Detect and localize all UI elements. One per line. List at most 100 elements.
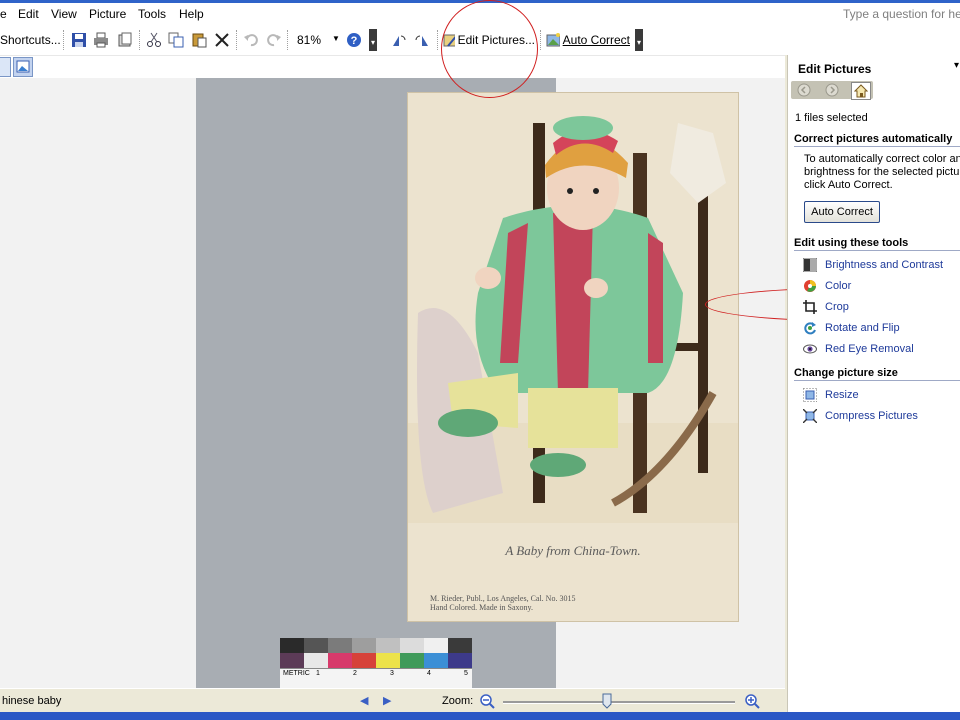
rotate-left-icon[interactable] <box>390 30 408 50</box>
eye-icon <box>802 341 818 357</box>
save-icon[interactable] <box>70 30 88 50</box>
auto-correct-description: To automatically correct color and <box>804 153 960 165</box>
undo-icon[interactable] <box>242 30 260 50</box>
ruler-tick-label: 4 <box>427 670 431 677</box>
task-pane-title: Edit Pictures <box>798 62 872 76</box>
color-link[interactable]: Color <box>802 277 851 295</box>
single-picture-view-icon[interactable] <box>13 57 33 77</box>
menu-edit[interactable]: Edit <box>18 7 39 21</box>
shortcuts-button[interactable]: Shortcuts... <box>0 30 61 50</box>
print-icon[interactable] <box>92 30 110 50</box>
rotate-icon <box>802 320 818 336</box>
rotate-right-icon[interactable] <box>413 30 431 50</box>
brightness-icon <box>802 257 818 273</box>
color-patch <box>280 638 304 653</box>
postcard-caption: A Baby from China-Town. <box>505 543 641 558</box>
color-label: Color <box>825 280 852 292</box>
rotate-flip-link[interactable]: Rotate and Flip <box>802 319 900 337</box>
red-eye-removal-link[interactable]: Red Eye Removal <box>802 340 914 358</box>
toolbar-separator <box>540 30 542 50</box>
chevron-down-icon[interactable]: ▼ <box>332 34 340 43</box>
thumbnail-view-icon[interactable] <box>0 57 11 77</box>
menu-file[interactable]: e <box>0 7 7 21</box>
ruler-tick-label: 3 <box>390 670 394 677</box>
compress-icon <box>802 408 818 424</box>
scanned-picture[interactable]: A Baby from China-Town. M. Rieder, Publ.… <box>196 78 739 689</box>
auto-correct-label: Auto Correct <box>562 33 630 47</box>
copy-icon[interactable] <box>167 30 185 50</box>
menu-view[interactable]: View <box>51 7 77 21</box>
ruler-tick-label: 5 <box>464 670 468 677</box>
color-patch <box>328 638 352 653</box>
back-icon[interactable] <box>795 82 813 98</box>
color-patch <box>448 653 472 668</box>
menu-tools[interactable]: Tools <box>138 7 166 21</box>
delete-icon[interactable] <box>213 30 231 50</box>
brightness-contrast-link[interactable]: Brightness and Contrast <box>802 256 943 274</box>
menu-help[interactable]: Help <box>179 7 204 21</box>
zoom-slider-track[interactable] <box>503 701 735 704</box>
menu-picture[interactable]: Picture <box>89 7 126 21</box>
annotation-circle <box>441 0 538 98</box>
toolbar-separator <box>236 30 238 50</box>
cut-icon[interactable] <box>145 30 163 50</box>
color-patch <box>304 638 328 653</box>
home-icon[interactable] <box>851 82 871 100</box>
color-patch <box>280 653 304 668</box>
windows-taskbar <box>0 712 960 720</box>
red-eye-removal-label: Red Eye Removal <box>825 343 914 355</box>
scan-icon[interactable] <box>116 30 134 50</box>
section-change-size: Change picture size <box>794 367 960 381</box>
auto-correct-toolbar-button[interactable]: Auto Correct <box>546 30 630 50</box>
rotate-flip-label: Rotate and Flip <box>825 322 900 334</box>
auto-correct-description: click Auto Correct. <box>804 179 893 191</box>
toolbar-separator <box>287 30 289 50</box>
task-pane-header: Edit Pictures ▾ <box>788 55 960 79</box>
paste-icon[interactable] <box>190 30 208 50</box>
zoom-out-icon[interactable] <box>479 693 495 712</box>
crop-icon <box>802 299 818 315</box>
compress-pictures-link[interactable]: Compress Pictures <box>802 407 918 425</box>
toolbar-separator <box>437 30 439 50</box>
crop-label: Crop <box>825 301 849 313</box>
color-icon <box>802 278 818 294</box>
color-patch <box>376 653 400 668</box>
auto-correct-description: brightness for the selected picture, <box>804 166 960 178</box>
toolbar-separator <box>63 30 65 50</box>
previous-picture-icon[interactable]: ◀ <box>360 694 368 707</box>
resize-link[interactable]: Resize <box>802 386 859 404</box>
zoom-in-icon[interactable] <box>744 693 760 712</box>
toolbar-overflow-button[interactable]: ▾ <box>369 29 377 51</box>
files-selected-text: 1 files selected <box>795 112 868 124</box>
color-patch <box>400 653 424 668</box>
task-pane-menu-icon[interactable]: ▾ <box>954 60 959 71</box>
color-patch <box>352 638 376 653</box>
section-edit-tools: Edit using these tools <box>794 237 960 251</box>
forward-icon[interactable] <box>823 82 841 98</box>
postcard-image: A Baby from China-Town. M. Rieder, Publ.… <box>407 92 739 622</box>
color-calibration-strip: METRIC 1 2 3 4 5 <box>280 638 472 689</box>
help-icon[interactable]: ? <box>345 30 363 50</box>
zoom-combo[interactable]: 81% ▼ <box>290 29 344 51</box>
next-picture-icon[interactable]: ▶ <box>383 694 391 707</box>
crop-link[interactable]: Crop <box>802 298 849 316</box>
brightness-contrast-label: Brightness and Contrast <box>825 259 944 271</box>
status-file-name: hinese baby <box>2 695 62 707</box>
picture-canvas[interactable]: A Baby from China-Town. M. Rieder, Publ.… <box>0 78 785 689</box>
toolbar-overflow-button[interactable]: ▾ <box>635 29 643 51</box>
color-patch <box>304 653 328 668</box>
ruler-label: METRIC <box>283 670 310 677</box>
edit-pictures-task-pane: Edit Pictures ▾ 1 files selected Correct… <box>787 55 960 712</box>
auto-correct-button[interactable]: Auto Correct <box>804 201 880 223</box>
toolbar-separator <box>139 30 141 50</box>
publisher-line: Hand Colored. Made in Saxony. <box>430 603 534 612</box>
zoom-slider-thumb[interactable] <box>602 693 612 709</box>
color-patch <box>448 638 472 653</box>
publisher-line: M. Rieder, Publ., Los Angeles, Cal. No. … <box>430 594 576 603</box>
color-patch <box>424 638 448 653</box>
ask-question-input[interactable]: Type a question for help <box>843 7 960 21</box>
svg-text:?: ? <box>351 35 358 47</box>
redo-icon[interactable] <box>265 30 283 50</box>
task-pane-nav <box>791 81 873 100</box>
metric-ruler: METRIC 1 2 3 4 5 <box>280 668 472 689</box>
